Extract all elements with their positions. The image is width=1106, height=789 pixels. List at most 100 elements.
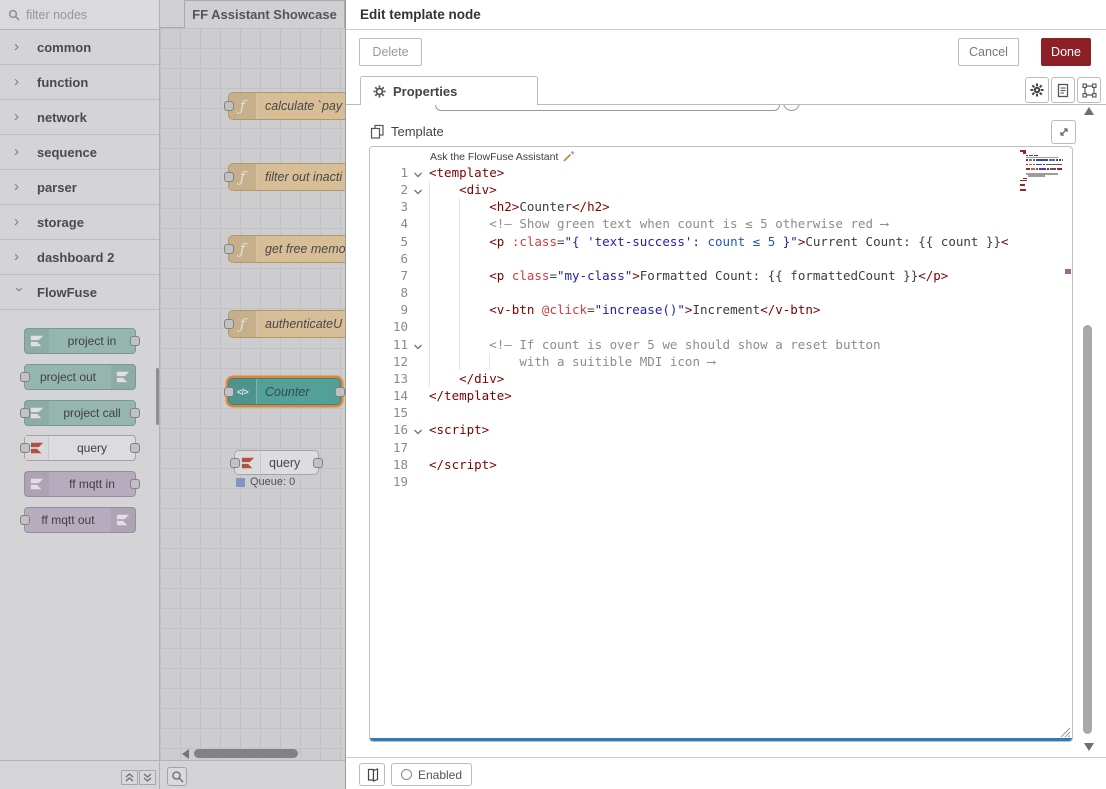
node-properties-button[interactable] bbox=[1025, 77, 1049, 103]
editor-expand-button[interactable] bbox=[1051, 120, 1076, 144]
template-copy-icon bbox=[370, 124, 385, 139]
workspace-tabbar: FF Assistant Showcase bbox=[160, 0, 345, 28]
input-port[interactable] bbox=[20, 515, 30, 525]
flow-node-get-free-memo[interactable]: ƒget free memo bbox=[228, 235, 345, 263]
palette-node-project-call[interactable]: project call bbox=[24, 400, 136, 426]
palette-node-ff-mqtt-out[interactable]: ff mqtt out bbox=[24, 507, 136, 533]
palette-node-project-out[interactable]: project out bbox=[24, 364, 136, 390]
code-text: </template> bbox=[429, 387, 512, 404]
line-number: 3 bbox=[370, 198, 408, 215]
code-text: <p :class="{ 'text-success': count ≤ 5 }… bbox=[429, 233, 1009, 250]
code-line-4: 4<!— Show green text when count is ≤ 5 o… bbox=[370, 215, 1072, 232]
code-text: <template> bbox=[429, 164, 504, 181]
overview-ruler-mark bbox=[1065, 269, 1071, 274]
line-number: 17 bbox=[370, 439, 408, 456]
assistant-hint[interactable]: Ask the FlowFuse Assistant bbox=[430, 150, 575, 163]
selection-frame-icon bbox=[1082, 83, 1097, 98]
palette-category-FlowFuse[interactable]: ›FlowFuse bbox=[0, 275, 159, 310]
line-number: 11 bbox=[370, 336, 408, 353]
palette-category-storage[interactable]: ›storage bbox=[0, 205, 159, 240]
scrolled-circle-fragment bbox=[783, 105, 800, 111]
code-line-8: 8 bbox=[370, 284, 1072, 301]
code-text: <!— Show green text when count is ≤ 5 ot… bbox=[429, 215, 888, 232]
palette-category-label: sequence bbox=[37, 145, 97, 160]
output-port[interactable] bbox=[130, 443, 140, 453]
document-icon bbox=[1056, 83, 1070, 98]
palette-search-input[interactable]: filter nodes bbox=[0, 0, 159, 30]
hscroll-thumb[interactable] bbox=[194, 749, 298, 758]
node-appearance-button[interactable] bbox=[1077, 77, 1101, 103]
flow-tab[interactable]: FF Assistant Showcase bbox=[184, 0, 345, 28]
input-port[interactable] bbox=[20, 408, 30, 418]
palette-node-query[interactable]: query bbox=[24, 435, 136, 461]
input-port[interactable] bbox=[224, 387, 234, 397]
output-port[interactable] bbox=[130, 479, 140, 489]
input-port[interactable] bbox=[230, 458, 240, 468]
flowfuse-logo-icon bbox=[25, 472, 49, 496]
palette-collapse-all-button[interactable] bbox=[121, 770, 138, 785]
input-port[interactable] bbox=[20, 443, 30, 453]
palette-node-label: ff mqtt in bbox=[49, 477, 135, 491]
input-port[interactable] bbox=[224, 172, 234, 182]
palette-category-dashboard-2[interactable]: ›dashboard 2 bbox=[0, 240, 159, 275]
palette-category-label: function bbox=[37, 75, 88, 90]
palette-category-network[interactable]: ›network bbox=[0, 100, 159, 135]
flow-node-Counter[interactable]: </>Counter bbox=[228, 378, 341, 405]
queue-status-dot bbox=[236, 478, 245, 487]
input-port[interactable] bbox=[224, 101, 234, 111]
node-enabled-toggle[interactable]: Enabled bbox=[391, 763, 472, 786]
workspace[interactable]: FF Assistant Showcase ƒcalculate `pay ƒfi… bbox=[160, 0, 345, 760]
palette-category-parser[interactable]: ›parser bbox=[0, 170, 159, 205]
input-port[interactable] bbox=[20, 372, 30, 382]
dialog-title: Edit template node bbox=[360, 7, 481, 22]
palette: filter nodes ›common › function ›network›se… bbox=[0, 0, 160, 760]
palette-node-ff-mqtt-in[interactable]: ff mqtt in bbox=[24, 471, 136, 497]
node-help-button[interactable] bbox=[359, 763, 385, 786]
flowfuse-logo-icon bbox=[111, 365, 135, 389]
line-number: 2 bbox=[370, 181, 408, 198]
flow-node-calculate-pay[interactable]: ƒcalculate `pay bbox=[228, 92, 345, 120]
flow-node-query[interactable]: query bbox=[234, 450, 319, 475]
template-code-editor[interactable]: Ask the FlowFuse Assistant 1<template>2<… bbox=[369, 146, 1073, 742]
template-field-label: Template bbox=[391, 124, 444, 139]
chevron-right-icon: › bbox=[14, 77, 24, 87]
done-button[interactable]: Done bbox=[1041, 38, 1091, 66]
palette-expand-all-button[interactable] bbox=[139, 770, 156, 785]
dialog-scroll-up-arrow[interactable] bbox=[1084, 107, 1094, 115]
code-line-3: 3<h2>Counter</h2> bbox=[370, 198, 1072, 215]
flow-node-filter-out-inacti[interactable]: ƒfilter out inacti bbox=[228, 163, 345, 191]
editor-minimap[interactable] bbox=[1018, 150, 1066, 196]
input-port[interactable] bbox=[224, 244, 234, 254]
delete-button[interactable]: Delete bbox=[359, 38, 422, 66]
code-text: <!— If count is over 5 we should show a … bbox=[429, 336, 881, 353]
output-port[interactable] bbox=[130, 408, 140, 418]
node-label: query bbox=[261, 456, 318, 470]
cancel-button[interactable]: Cancel bbox=[958, 38, 1019, 66]
output-port[interactable] bbox=[335, 387, 345, 397]
palette-scrollbar[interactable] bbox=[156, 368, 159, 425]
flow-tab-label: FF Assistant Showcase bbox=[192, 7, 337, 22]
workspace-search-button[interactable] bbox=[167, 767, 187, 786]
dialog-scrollbar-thumb[interactable] bbox=[1083, 325, 1092, 734]
palette-category-sequence[interactable]: ›sequence bbox=[0, 135, 159, 170]
diagonal-expand-icon bbox=[1058, 126, 1070, 138]
palette-category-common[interactable]: ›common bbox=[0, 30, 159, 65]
palette-category-function[interactable]: › function bbox=[0, 65, 159, 100]
output-port[interactable] bbox=[130, 336, 140, 346]
editor-resize-grip[interactable] bbox=[1057, 725, 1071, 738]
line-number: 10 bbox=[370, 318, 408, 335]
tab-properties[interactable]: Properties bbox=[360, 76, 538, 105]
palette-node-project-in[interactable]: project in bbox=[24, 328, 136, 354]
line-number: 9 bbox=[370, 301, 408, 318]
node-label: get free memo bbox=[257, 242, 345, 256]
node-label: calculate `pay bbox=[257, 99, 345, 113]
queue-status-text: Queue: 0 bbox=[250, 476, 295, 488]
code-lines: 1<template>2<div>3<h2>Counter</h2>4<!— S… bbox=[370, 164, 1072, 490]
hscroll-left-arrow[interactable] bbox=[182, 749, 189, 759]
palette-category-label: network bbox=[37, 110, 87, 125]
node-description-button[interactable] bbox=[1051, 77, 1075, 103]
dialog-scroll-down-arrow[interactable] bbox=[1084, 743, 1094, 751]
flow-node-authenticateU[interactable]: ƒauthenticateU bbox=[228, 310, 345, 338]
output-port[interactable] bbox=[313, 458, 323, 468]
input-port[interactable] bbox=[224, 319, 234, 329]
